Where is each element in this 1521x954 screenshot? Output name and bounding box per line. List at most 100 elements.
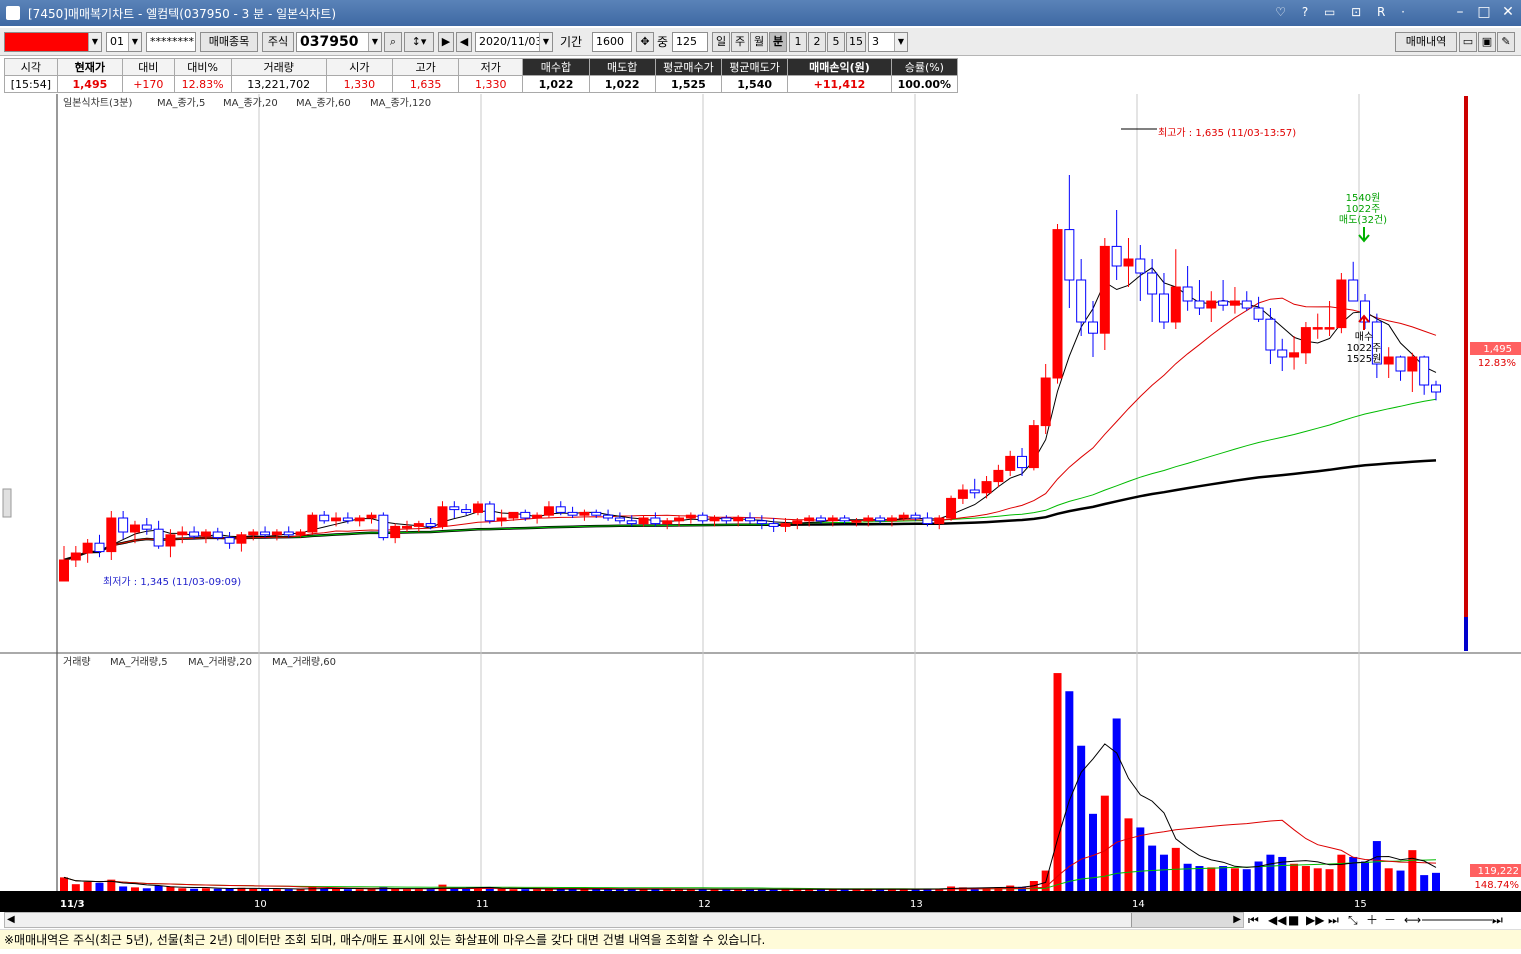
market-type-button[interactable]: 주식: [262, 32, 294, 52]
minimize-icon[interactable]: –: [1450, 3, 1470, 21]
footer-hint: ※매매내역은 주식(최근 5년), 선물(최근 2년) 데이터만 조회 되며, …: [0, 929, 1521, 949]
chevron-down-icon[interactable]: ▼: [894, 33, 907, 51]
rewind-icon[interactable]: ⏮: [1248, 912, 1259, 928]
header-cell: 대비: [121, 58, 175, 76]
volume-bar: [1384, 868, 1393, 891]
candle-body: [484, 503, 495, 522]
scroll-left-icon[interactable]: ◀: [7, 913, 15, 927]
tf-1-button[interactable]: 1: [789, 32, 807, 52]
tf-minute-button[interactable]: 분: [769, 32, 787, 52]
fast-back-icon[interactable]: ◀◀: [1268, 912, 1286, 928]
folder-icon[interactable]: ▭: [1459, 32, 1477, 52]
value-cell: 1,525: [654, 75, 723, 93]
tf-month-button[interactable]: 월: [750, 32, 768, 52]
count-label: 중: [657, 35, 669, 49]
chevron-down-icon[interactable]: ▼: [128, 33, 141, 51]
volume-bar: [1053, 673, 1062, 891]
header-cell: 평균매도가: [721, 58, 789, 76]
title-bar: [7450]매매복기차트 - 엘컴텍(037950 - 3 분 - 일본식차트)…: [0, 0, 1521, 26]
candle-body: [437, 506, 448, 527]
zoom-slider[interactable]: [1422, 919, 1492, 921]
stock-code-input[interactable]: 037950 ▼: [296, 32, 382, 52]
volume-legend-title: 거래량: [63, 656, 91, 668]
value-cell: 13,221,702: [230, 75, 327, 93]
title-tool-icons[interactable]: ♡ ? ▭ ⊡ R ·: [1275, 5, 1411, 19]
x-label: 13: [910, 899, 923, 910]
volume-bar: [1349, 856, 1358, 891]
wrench-icon[interactable]: ✎: [1497, 32, 1515, 52]
candle-body: [638, 517, 649, 525]
close-icon[interactable]: ✕: [1498, 3, 1518, 21]
zoom-in-icon[interactable]: ＋: [1366, 912, 1378, 928]
volume-bar: [213, 888, 222, 891]
horizontal-scrollbar[interactable]: ◀ ▶: [4, 912, 1244, 928]
legend-ma60: MA_종가,60: [296, 97, 351, 109]
chevron-down-icon[interactable]: ▼: [88, 33, 101, 51]
go-end-icon[interactable]: ⏭: [1492, 912, 1503, 928]
chevron-down-icon[interactable]: ▼: [368, 33, 381, 51]
tf-15-button[interactable]: 15: [846, 32, 866, 52]
search-icon[interactable]: ⌕: [384, 32, 402, 52]
trade-history-button[interactable]: 매매내역: [1395, 32, 1457, 52]
buy-note-price: 1525원: [1347, 353, 1382, 365]
tf-select[interactable]: 3 ▼: [868, 32, 908, 52]
zoom-fit-icon[interactable]: ⤡: [1348, 912, 1358, 928]
chart-controls: ⏮ ◀◀ ■ ▶▶ ⏭ ⤡ ＋ － ⟷ ⏭: [1244, 912, 1521, 928]
tf-week-button[interactable]: 주: [731, 32, 749, 52]
chevron-down-icon[interactable]: ▼: [539, 33, 552, 51]
candle-body: [141, 524, 152, 530]
tf-5-button[interactable]: 5: [827, 32, 845, 52]
settings-icon[interactable]: ✥: [636, 32, 654, 52]
vol-badge: 119,222: [1478, 866, 1519, 877]
account-select[interactable]: ▼: [4, 32, 102, 52]
candle-body: [508, 511, 519, 519]
sort-icon[interactable]: ↕▾: [404, 32, 434, 52]
stop-icon[interactable]: ■: [1288, 912, 1299, 928]
summary-value-row: [15:54] 1,495 +170 12.83% 13,221,702 1,3…: [4, 75, 959, 93]
period-input[interactable]: 1600: [592, 32, 632, 52]
app-icon: [6, 6, 20, 20]
candle-body: [1312, 327, 1323, 330]
header-cell: 현재가: [56, 58, 123, 76]
scroll-thumb[interactable]: [1131, 913, 1243, 927]
forward-end-icon[interactable]: ⏭: [1328, 912, 1339, 928]
value-cell: +11,412: [787, 75, 892, 93]
password-field[interactable]: ********: [146, 32, 196, 52]
zoom-ratio-icon[interactable]: ⟷: [1404, 912, 1421, 928]
candle-body: [118, 517, 129, 533]
legend-ma20: MA_종가,20: [223, 97, 278, 109]
volume-bar: [355, 889, 364, 891]
buy-note-qty: 1022주: [1347, 343, 1382, 354]
fast-forward-icon[interactable]: ▶▶: [1306, 912, 1324, 928]
save-icon[interactable]: ▣: [1478, 32, 1496, 52]
candlestick-chart[interactable]: 일본식차트(3분) MA_종가,5 MA_종가,20 MA_종가,60 MA_종…: [0, 94, 1521, 912]
header-cell: 시가: [325, 58, 394, 76]
volume-bar: [462, 888, 471, 891]
count-input[interactable]: 125: [672, 32, 708, 52]
candle-body: [1135, 258, 1146, 274]
play-left-icon[interactable]: ◀: [456, 32, 472, 52]
play-right-icon[interactable]: ▶: [438, 32, 454, 52]
trade-items-button[interactable]: 매매종목: [200, 32, 258, 52]
volume-bar: [1290, 863, 1299, 891]
zoom-out-icon[interactable]: －: [1384, 912, 1396, 928]
tf-2-button[interactable]: 2: [808, 32, 826, 52]
candle-body: [614, 517, 625, 522]
candle-body: [1076, 279, 1087, 323]
volume-bar: [1242, 869, 1251, 891]
volume-bar: [249, 888, 258, 891]
chart-area[interactable]: 일본식차트(3분) MA_종가,5 MA_종가,20 MA_종가,60 MA_종…: [0, 94, 1521, 912]
volume-bar: [414, 889, 423, 891]
volume-bar: [1183, 863, 1192, 891]
candle-body: [1040, 377, 1051, 427]
candle-body: [461, 509, 472, 513]
value-cell: [15:54]: [4, 75, 58, 93]
candle-body: [697, 514, 708, 522]
date-input[interactable]: 2020/11/03 ▼: [475, 32, 553, 52]
scroll-right-icon[interactable]: ▶: [1233, 913, 1241, 927]
candle-body: [1229, 300, 1240, 306]
account-sub-select[interactable]: 01 ▼: [106, 32, 142, 52]
maximize-icon[interactable]: □: [1474, 3, 1494, 21]
candle-body: [1431, 384, 1441, 393]
tf-day-button[interactable]: 일: [712, 32, 730, 52]
